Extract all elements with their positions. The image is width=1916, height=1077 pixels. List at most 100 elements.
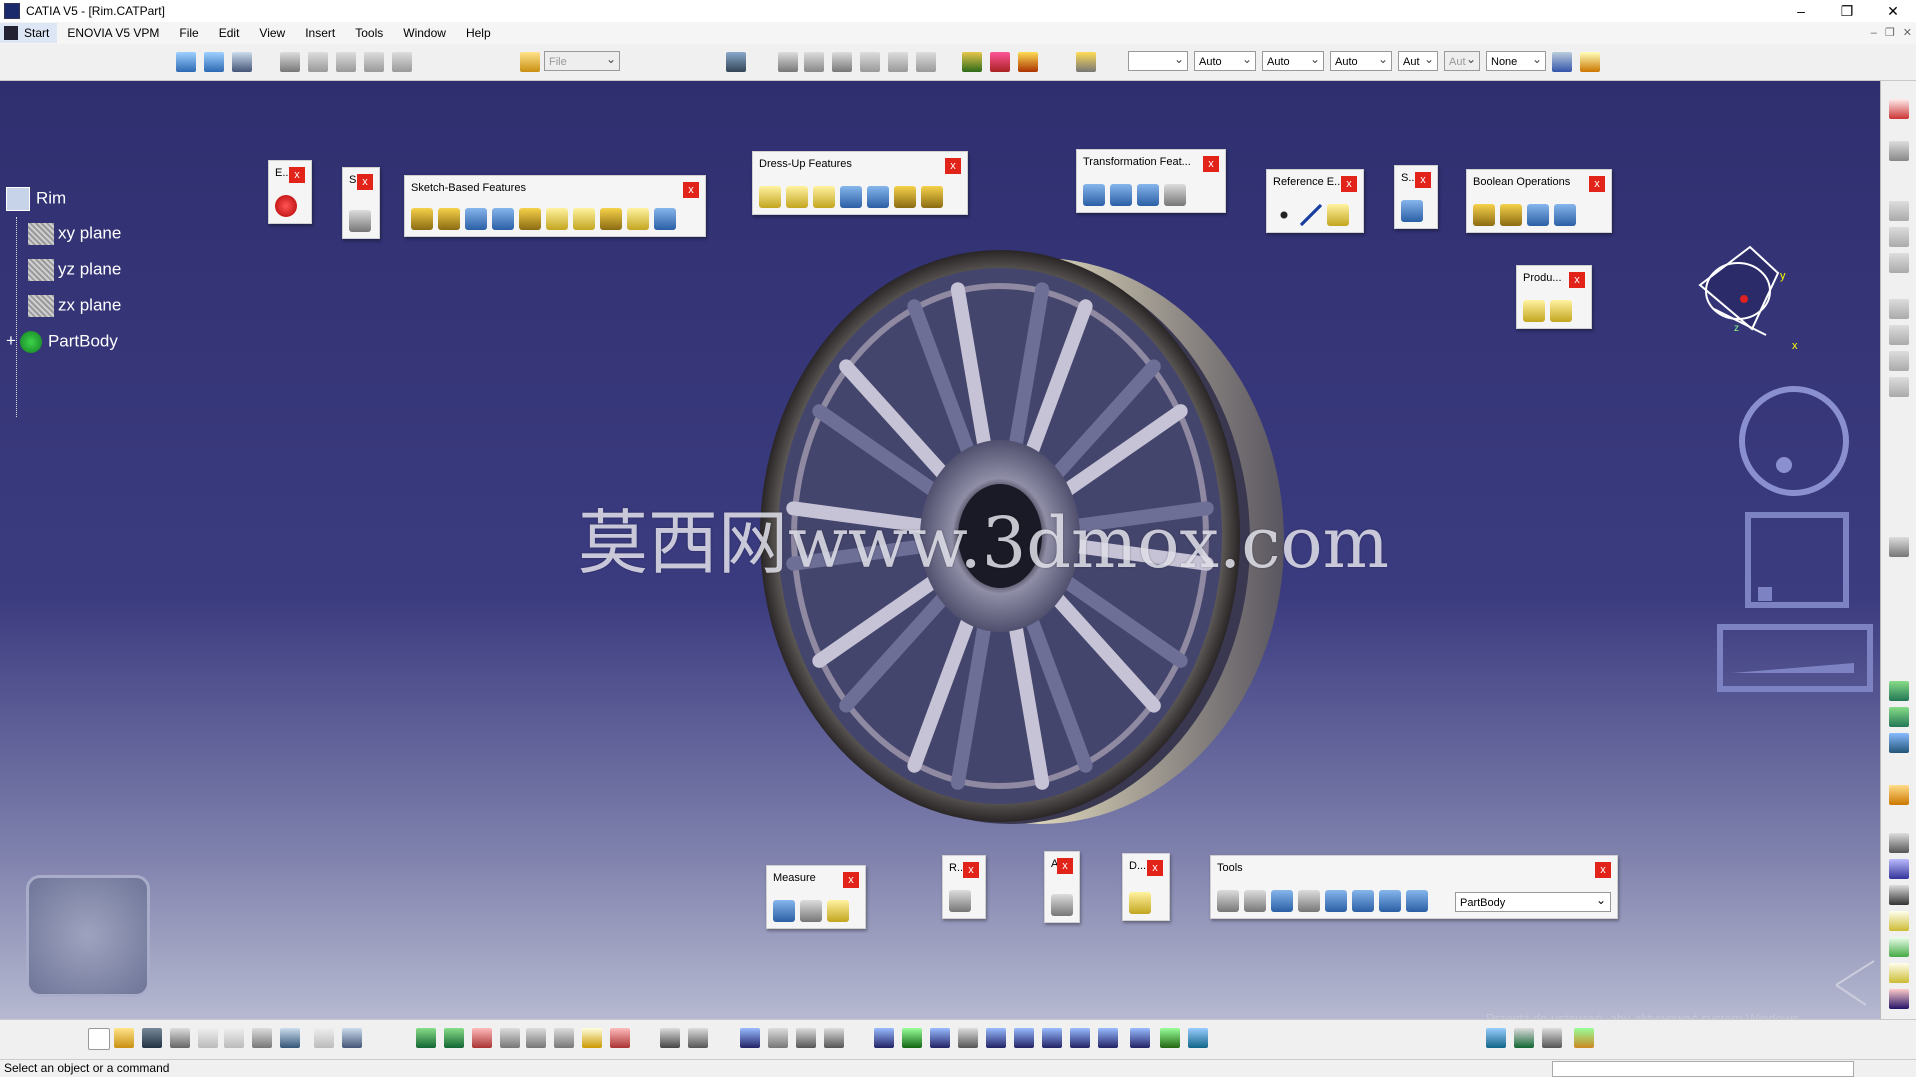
menu-edit[interactable]: Edit: [209, 26, 250, 40]
shading-mode-icon[interactable]: [1130, 1028, 1150, 1048]
graphic-properties-icon[interactable]: [1580, 52, 1600, 72]
shell-icon[interactable]: [840, 186, 862, 208]
3d-viewport[interactable]: Rim xy plane yz plane zx plane + PartBody…: [0, 81, 1880, 1019]
select-icon[interactable]: [1889, 785, 1909, 805]
formula-icon[interactable]: [778, 52, 798, 72]
geometrical-set-icon[interactable]: [1889, 707, 1909, 727]
add-icon[interactable]: [1500, 204, 1522, 226]
move-compass-icon[interactable]: [444, 1028, 464, 1048]
body-insert-icon[interactable]: [1889, 681, 1909, 701]
scene-icon[interactable]: [1542, 1028, 1562, 1048]
body-define-icon[interactable]: [1406, 890, 1428, 912]
check-icon[interactable]: [916, 52, 936, 72]
hole-side-icon[interactable]: [1889, 885, 1909, 905]
analysis-icon[interactable]: [582, 1028, 602, 1048]
annotation-icon[interactable]: [1051, 894, 1073, 916]
power-copy-icon[interactable]: [1889, 351, 1909, 371]
close-icon[interactable]: x: [1595, 862, 1611, 878]
open-icon[interactable]: [114, 1028, 134, 1048]
tree-item-zx-plane[interactable]: zx plane: [28, 295, 121, 317]
links-icon[interactable]: [1889, 141, 1909, 161]
shaft-side-icon[interactable]: [1889, 859, 1909, 879]
shaft-icon[interactable]: [465, 208, 487, 230]
line-type-combo[interactable]: Auto: [1330, 49, 1392, 71]
groove-icon[interactable]: [492, 208, 514, 230]
grid-icon[interactable]: [740, 1028, 760, 1048]
sketch-analysis-icon[interactable]: [1889, 201, 1909, 221]
minimize-icon[interactable]: –: [1778, 0, 1824, 22]
multi-section-side-icon[interactable]: [1889, 963, 1909, 983]
pocket-icon[interactable]: [438, 208, 460, 230]
rotate-icon[interactable]: [930, 1028, 950, 1048]
draft-icon[interactable]: [813, 186, 835, 208]
catalog-icon[interactable]: [280, 52, 300, 72]
cut-icon[interactable]: [198, 1028, 218, 1048]
close-icon[interactable]: x: [1589, 176, 1605, 192]
product-icon[interactable]: [1523, 300, 1545, 322]
offset-icon[interactable]: [1889, 227, 1909, 247]
transparency-combo[interactable]: Auto: [1194, 49, 1256, 71]
publication-icon[interactable]: [1889, 325, 1909, 345]
restore-icon[interactable]: ❐: [1824, 0, 1870, 22]
draft-analysis-icon[interactable]: [1129, 892, 1151, 914]
tree-root[interactable]: Rim: [6, 187, 66, 211]
number-icon[interactable]: [1298, 890, 1320, 912]
workbench-icon[interactable]: [176, 52, 196, 72]
sketch-icon[interactable]: [349, 210, 371, 232]
menu-file[interactable]: File: [169, 26, 208, 40]
layers-icon[interactable]: [1574, 1028, 1594, 1048]
filter-icon[interactable]: [796, 1028, 816, 1048]
iso-view-icon[interactable]: [1098, 1028, 1118, 1048]
color-combo[interactable]: [1128, 49, 1188, 71]
exit-workbench-icon[interactable]: [275, 195, 297, 217]
tree-expand-icon[interactable]: [768, 1028, 788, 1048]
knowledge-icon[interactable]: [392, 52, 412, 72]
rotate-view-icon[interactable]: [958, 1028, 978, 1048]
slot-icon[interactable]: [573, 208, 595, 230]
help-icon[interactable]: [342, 1028, 362, 1048]
normal-view-icon[interactable]: [1042, 1028, 1062, 1048]
thickness-icon[interactable]: [867, 186, 889, 208]
loft-icon[interactable]: [627, 208, 649, 230]
axis-system-icon[interactable]: [1271, 890, 1293, 912]
remove-icon[interactable]: [1527, 204, 1549, 226]
fly-mode-icon[interactable]: [416, 1028, 436, 1048]
close-icon[interactable]: x: [1415, 172, 1431, 188]
shading-icon[interactable]: [990, 52, 1010, 72]
close-icon[interactable]: x: [1203, 156, 1219, 172]
rib-icon[interactable]: [546, 208, 568, 230]
measure-between-icon[interactable]: [773, 900, 795, 922]
close-icon[interactable]: x: [843, 872, 859, 888]
swap-visible-icon[interactable]: [824, 1028, 844, 1048]
product2-icon[interactable]: [1550, 300, 1572, 322]
pattern-icon[interactable]: [1137, 184, 1159, 206]
folder-icon[interactable]: [520, 52, 540, 72]
plane-icon[interactable]: [1327, 204, 1349, 226]
close-icon[interactable]: x: [963, 862, 979, 878]
painter-icon[interactable]: [1552, 52, 1572, 72]
ordered-set-icon[interactable]: [1889, 733, 1909, 753]
close-icon[interactable]: x: [1569, 272, 1585, 288]
settings-gear-icon[interactable]: [1889, 537, 1909, 557]
close-icon[interactable]: x: [1147, 860, 1163, 876]
assemble-icon[interactable]: [1473, 204, 1495, 226]
file-combo[interactable]: File: [544, 49, 620, 71]
mdi-close-icon[interactable]: ✕: [1903, 22, 1912, 44]
globe-icon[interactable]: [1244, 890, 1266, 912]
clash-icon[interactable]: [610, 1028, 630, 1048]
scan-icon[interactable]: [1352, 890, 1374, 912]
table-icon[interactable]: [336, 52, 356, 72]
close-icon[interactable]: x: [289, 167, 305, 183]
menu-view[interactable]: View: [249, 26, 295, 40]
zoom-out-icon[interactable]: [1014, 1028, 1034, 1048]
fillet-icon[interactable]: [759, 186, 781, 208]
tree-item-xy-plane[interactable]: xy plane: [28, 223, 121, 245]
snap-icon[interactable]: [472, 1028, 492, 1048]
design-table-icon[interactable]: [860, 52, 880, 72]
layer-auto-combo[interactable]: Aut: [1444, 49, 1480, 71]
line-thickness-combo[interactable]: Auto: [1262, 49, 1324, 71]
rule-icon[interactable]: [888, 52, 908, 72]
formula-fx-icon[interactable]: [660, 1028, 680, 1048]
apply-material-icon[interactable]: [962, 52, 982, 72]
redo-icon[interactable]: [314, 1028, 334, 1048]
